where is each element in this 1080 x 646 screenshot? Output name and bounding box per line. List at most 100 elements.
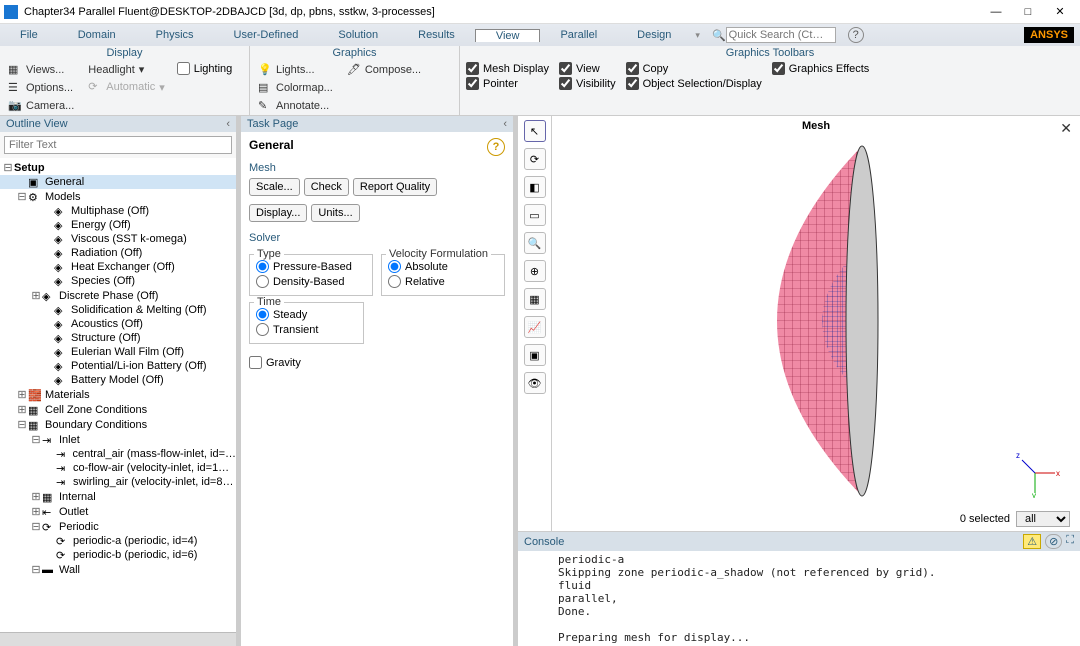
radio-transient[interactable]: Transient xyxy=(256,322,357,337)
mesh-units-button[interactable]: Units... xyxy=(311,204,359,222)
zoom-tool[interactable]: 🔍 xyxy=(524,232,546,254)
tree-model-item[interactable]: ◈Heat Exchanger (Off) xyxy=(0,260,236,274)
model-item-icon: ◈ xyxy=(54,205,68,217)
menu-more-icon[interactable]: ▾ xyxy=(691,30,704,41)
radio-relative[interactable]: Relative xyxy=(388,274,498,289)
tree-setup[interactable]: ⊟Setup xyxy=(0,160,236,175)
meshdisplay-check[interactable]: Mesh Display xyxy=(466,62,549,75)
console-expand-icon[interactable]: ⛶ xyxy=(1066,534,1074,549)
tree-model-item[interactable]: ◈Energy (Off) xyxy=(0,218,236,232)
tree-cellzone[interactable]: ⊞▦Cell Zone Conditions xyxy=(0,402,236,417)
tree-periodic[interactable]: ⊟⟳Periodic xyxy=(0,519,236,534)
radio-steady[interactable]: Steady xyxy=(256,307,357,322)
tree-inlet[interactable]: ⊟⇥Inlet xyxy=(0,432,236,447)
tree-wall[interactable]: ⊟▬Wall xyxy=(0,562,236,577)
tree-periodic-item[interactable]: ⟳periodic-a (periodic, id=4) xyxy=(0,534,236,548)
lights-icon: 💡 xyxy=(258,63,272,77)
tree-model-item[interactable]: ◈Potential/Li-ion Battery (Off) xyxy=(0,359,236,373)
selection-filter[interactable]: all xyxy=(1016,511,1070,527)
tree-materials[interactable]: ⊞🧱Materials xyxy=(0,387,236,402)
compose-button[interactable]: 🖊Compose... xyxy=(345,62,423,78)
tree-periodic-item[interactable]: ⟳periodic-b (periodic, id=6) xyxy=(0,548,236,562)
tree-model-item[interactable]: ◈Radiation (Off) xyxy=(0,246,236,260)
gravity-check[interactable]: Gravity xyxy=(249,356,505,369)
mesh-scale-button[interactable]: Scale... xyxy=(249,178,300,196)
graphics-view[interactable]: Mesh ✕ xyxy=(552,116,1080,531)
tree-inlet-item[interactable]: ⇥swirling_air (velocity-inlet, id=8… xyxy=(0,475,236,489)
visibility-check[interactable]: Visibility xyxy=(559,77,616,90)
colormap-button[interactable]: ▤Colormap... xyxy=(256,80,335,96)
tree-model-item[interactable]: ◈Solidification & Melting (Off) xyxy=(0,303,236,317)
options-button[interactable]: ☰Options... xyxy=(6,80,76,96)
tree-model-item[interactable]: ◈Eulerian Wall Film (Off) xyxy=(0,345,236,359)
menu-view[interactable]: View xyxy=(475,29,541,42)
pointer-tool[interactable]: ↖ xyxy=(524,120,546,142)
views-button[interactable]: ▦Views... xyxy=(6,62,76,78)
taskpage-collapse-icon[interactable]: ‹ xyxy=(503,118,507,130)
console-warn-icon[interactable]: ⚠ xyxy=(1023,534,1041,549)
tree-model-item[interactable]: ⊞◈Discrete Phase (Off) xyxy=(0,288,236,303)
clip-tool[interactable]: ▣ xyxy=(524,344,546,366)
outline-tree[interactable]: ⊟Setup ▣General ⊟⚙Models ◈Multiphase (Of… xyxy=(0,158,236,632)
tree-boundary[interactable]: ⊟▦Boundary Conditions xyxy=(0,417,236,432)
filter-input[interactable] xyxy=(4,136,232,154)
maximize-button[interactable]: □ xyxy=(1012,1,1044,23)
headlight-button[interactable]: Headlight ▾ xyxy=(86,62,166,77)
tree-model-item[interactable]: ◈Species (Off) xyxy=(0,274,236,288)
menu-solution[interactable]: Solution xyxy=(318,29,398,41)
camera-button[interactable]: 📷Camera... xyxy=(6,98,76,114)
axes-tool[interactable]: 📈 xyxy=(524,316,546,338)
objectsel-check[interactable]: Object Selection/Display xyxy=(626,77,762,90)
tree-general[interactable]: ▣General xyxy=(0,175,236,189)
search-input[interactable] xyxy=(726,27,836,43)
box-select-tool[interactable]: ▭ xyxy=(524,204,546,226)
menu-file[interactable]: File xyxy=(0,29,58,41)
fit-tool[interactable]: ⊕ xyxy=(524,260,546,282)
console-output[interactable]: periodic-a Skipping zone periodic-a_shad… xyxy=(518,551,1080,646)
lighting-check[interactable]: Lighting xyxy=(177,62,233,75)
visibility-tool[interactable]: 👁 xyxy=(524,372,546,394)
copy-check[interactable]: Copy xyxy=(626,62,762,75)
effects-check[interactable]: Graphics Effects xyxy=(772,62,870,75)
help-icon[interactable]: ? xyxy=(848,27,864,43)
graph-close-icon[interactable]: ✕ xyxy=(1060,120,1072,137)
menu-results[interactable]: Results xyxy=(398,29,475,41)
outline-hscroll[interactable] xyxy=(0,632,236,646)
tree-model-item[interactable]: ◈Battery Model (Off) xyxy=(0,373,236,387)
quick-search[interactable]: 🔍 xyxy=(712,27,836,43)
tree-model-item[interactable]: ◈Viscous (SST k-omega) xyxy=(0,232,236,246)
automatic-button[interactable]: ⟳Automatic ▾ xyxy=(86,79,166,95)
tree-models[interactable]: ⊟⚙Models xyxy=(0,189,236,204)
radio-density-based[interactable]: Density-Based xyxy=(256,274,366,289)
mesh-display-button[interactable]: Display... xyxy=(249,204,307,222)
tree-model-item[interactable]: ◈Acoustics (Off) xyxy=(0,317,236,331)
radio-absolute[interactable]: Absolute xyxy=(388,259,498,274)
probe-tool[interactable]: ◧ xyxy=(524,176,546,198)
close-button[interactable]: ✕ xyxy=(1044,1,1076,23)
radio-pressure-based[interactable]: Pressure-Based xyxy=(256,259,366,274)
outline-collapse-icon[interactable]: ‹ xyxy=(226,118,230,130)
lights-button[interactable]: 💡Lights... xyxy=(256,62,335,78)
tree-inlet-item[interactable]: ⇥central_air (mass-flow-inlet, id=… xyxy=(0,447,236,461)
tree-outlet[interactable]: ⊞⇤Outlet xyxy=(0,504,236,519)
minimize-button[interactable]: — xyxy=(980,1,1012,23)
taskpage-title: Task Page xyxy=(247,118,298,130)
tree-inlet-item[interactable]: ⇥co-flow-air (velocity-inlet, id=1… xyxy=(0,461,236,475)
wireframe-tool[interactable]: ▦ xyxy=(524,288,546,310)
pointer-check[interactable]: Pointer xyxy=(466,77,549,90)
taskpage-help-icon[interactable]: ? xyxy=(487,138,505,156)
annotate-button[interactable]: ✎Annotate... xyxy=(256,98,335,114)
rotate-tool[interactable]: ⟳ xyxy=(524,148,546,170)
mesh-checkbutton[interactable]: Check xyxy=(304,178,349,196)
console-clear-icon[interactable]: ⊘ xyxy=(1045,534,1062,549)
menu-physics[interactable]: Physics xyxy=(136,29,214,41)
menu-domain[interactable]: Domain xyxy=(58,29,136,41)
tree-model-item[interactable]: ◈Structure (Off) xyxy=(0,331,236,345)
menu-user-defined[interactable]: User-Defined xyxy=(214,29,319,41)
menu-design[interactable]: Design xyxy=(617,29,691,41)
menu-parallel[interactable]: Parallel xyxy=(540,29,617,41)
tree-model-item[interactable]: ◈Multiphase (Off) xyxy=(0,204,236,218)
mesh-report-qualitybutton[interactable]: Report Quality xyxy=(353,178,437,196)
view-check[interactable]: View xyxy=(559,62,616,75)
tree-internal[interactable]: ⊞▦Internal xyxy=(0,489,236,504)
